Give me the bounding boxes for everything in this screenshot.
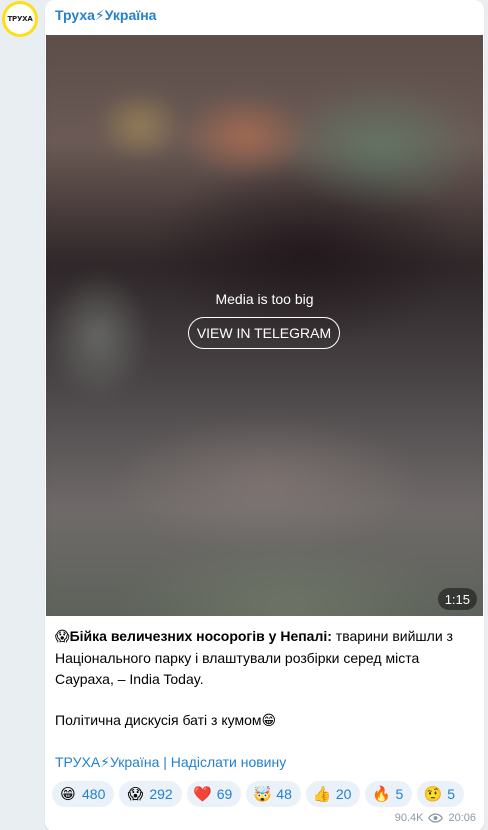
thumbs-up-emoji-icon: 👍 [312,784,332,803]
post-second-paragraph: Політична дискусія баті з кумом😁 [55,710,276,732]
reaction-grin[interactable]: 😁 480 [52,781,115,807]
mind-blown-emoji-icon: 🤯 [252,784,272,803]
reaction-count: 292 [149,786,173,802]
post-text: 😱Бійка величезних носорогів у Непалі: тв… [55,626,475,690]
reactions-bar: 😁 480 😱 292 ❤️ 69 🤯 48 👍 20 🔥 5 🤨 5 [52,781,465,807]
post-para2-text: Політична дискусія баті з кумом [55,712,262,728]
fire-emoji-icon: 🔥 [372,784,391,803]
raised-eyebrow-emoji-icon: 🤨 [423,784,443,803]
scream-emoji: 😱 [55,629,70,645]
reaction-count: 48 [276,786,292,802]
heart-emoji-icon: ❤️ [193,784,213,803]
channel-name-link[interactable]: Труха⚡Україна [55,7,156,24]
telegram-post-view: ТРУХА Труха⚡Україна Media is too big VIE… [0,0,488,830]
view-count: 90.4K [394,812,424,824]
reaction-fire[interactable]: 🔥 5 [365,781,413,807]
reaction-mind-blown[interactable]: 🤯 48 [246,781,301,807]
view-in-telegram-button[interactable]: VIEW IN TELEGRAM [188,317,340,349]
channel-avatar[interactable]: ТРУХА [2,1,38,37]
link-separator: | [159,754,171,770]
scream-emoji-icon: 😱 [127,784,144,803]
submit-news-link[interactable]: Надіслати новину [171,754,286,770]
post-headline: Бійка величезних носорогів у Непалі: [69,628,332,644]
post-footer-links: ТРУХА⚡Україна | Надіслати новину [55,752,286,773]
reaction-raised-eyebrow[interactable]: 🤨 5 [417,781,465,807]
reaction-count: 69 [216,786,233,802]
grin-emoji-icon: 😁 [60,784,76,803]
reaction-count: 5 [447,786,456,802]
reaction-count: 5 [395,786,404,802]
message-time: 20:06 [448,812,476,824]
avatar-logo-text: ТРУХА [5,4,35,34]
channel-link[interactable]: ТРУХА⚡Україна [55,754,159,770]
video-duration-badge: 1:15 [437,588,477,610]
message-meta: 90.4K 20:06 [395,812,476,824]
message-bubble: Труха⚡Україна Media is too big VIEW IN T… [45,0,484,830]
grin-emoji: 😁 [261,713,277,729]
eye-icon [428,813,444,823]
video-preview[interactable]: Media is too big VIEW IN TELEGRAM 1:15 [46,35,483,616]
reaction-heart[interactable]: ❤️ 69 [186,781,242,807]
media-too-big-notice: Media is too big [215,291,314,307]
reaction-count: 20 [335,786,352,802]
reaction-count: 480 [82,786,106,802]
reaction-thumbs-up[interactable]: 👍 20 [305,781,361,807]
reaction-scream[interactable]: 😱 292 [119,781,182,807]
